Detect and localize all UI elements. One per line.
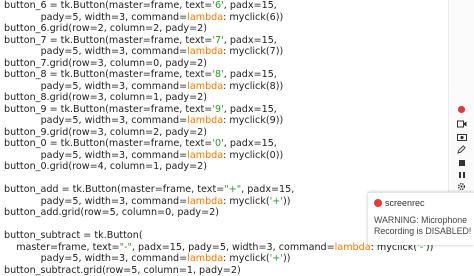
code-token: : myclick(8)) xyxy=(223,81,283,92)
keyword-token: lambda xyxy=(187,196,223,207)
code-token: button_7 = tk.Button(master=frame, text= xyxy=(4,35,212,46)
code-token: button_9.grid(row=3, column=2, pady=2) xyxy=(4,127,207,138)
string-token: '8' xyxy=(212,69,223,80)
screenrec-logo-icon[interactable] xyxy=(456,104,467,115)
code-line[interactable]: button_8.grid(row=3, column=1, pady=2) xyxy=(4,92,433,104)
code-line[interactable]: button_9 = tk.Button(master=frame, text=… xyxy=(4,104,433,116)
code-token: , padx=15, xyxy=(224,138,277,149)
screenrec-logo-icon xyxy=(374,199,382,207)
code-token: , padx=15, xyxy=(224,35,277,46)
code-token: pady=5, width=3, command= xyxy=(4,253,187,264)
keyword-token: lambda xyxy=(187,115,223,126)
code-token: button_0.grid(row=4, column=1, pady=2) xyxy=(4,161,207,172)
code-line[interactable]: pady=5, width=3, command=lambda: myclick… xyxy=(4,115,433,127)
keyword-token: lambda xyxy=(187,12,223,23)
code-token: , padx=15, xyxy=(241,184,294,195)
pencil-icon[interactable] xyxy=(456,144,467,155)
code-token: : myclick(0)) xyxy=(223,150,283,161)
code-token: button_8 = tk.Button(master=frame, text= xyxy=(4,69,212,80)
stop-icon[interactable] xyxy=(456,157,467,168)
code-token: : myclick(7)) xyxy=(223,46,283,57)
string-token: "-" xyxy=(120,242,132,253)
toast-brand: screenrec xyxy=(385,198,425,208)
code-line[interactable]: button_0.grid(row=4, column=1, pady=2) xyxy=(4,161,433,173)
code-token: pady=5, width=3, command= xyxy=(4,81,187,92)
code-token: , padx=15, pady=5, width=3, command= xyxy=(132,242,335,253)
code-token: )) xyxy=(283,196,291,207)
string-token: '7' xyxy=(212,35,223,46)
code-line[interactable]: button_9.grid(row=3, column=2, pady=2) xyxy=(4,127,433,139)
code-line[interactable]: button_7.grid(row=3, column=0, pady=2) xyxy=(4,58,433,70)
code-token: master=frame, text= xyxy=(4,242,120,253)
code-line[interactable]: pady=5, width=3, command=lambda: myclick… xyxy=(4,81,433,93)
code-token: button_8.grid(row=3, column=1, pady=2) xyxy=(4,92,207,103)
code-line[interactable]: pady=5, width=3, command=lambda: myclick… xyxy=(4,150,433,162)
code-token: : myclick( xyxy=(223,253,269,264)
gear-icon[interactable] xyxy=(456,181,467,192)
code-token: , padx=15, xyxy=(224,0,277,11)
code-line[interactable]: button_subtract.grid(row=5, column=1, pa… xyxy=(4,265,433,276)
keyword-token: lambda xyxy=(335,242,371,253)
pause-icon[interactable] xyxy=(456,169,467,180)
string-token: "+" xyxy=(224,184,241,195)
code-token: : myclick( xyxy=(223,196,269,207)
code-token: )) xyxy=(283,253,291,264)
video-icon[interactable] xyxy=(456,118,467,129)
screenrec-warning-toast[interactable]: screenrec WARNING: Microphone Recording … xyxy=(368,192,474,245)
toast-header: screenrec xyxy=(374,197,425,209)
code-token: button_subtract.grid(row=5, column=1, pa… xyxy=(4,265,241,276)
code-token: pady=5, width=3, command= xyxy=(4,12,187,23)
code-line[interactable]: pady=5, width=3, command=lambda: myclick… xyxy=(4,12,433,24)
code-token: button_subtract = tk.Button( xyxy=(4,230,143,241)
code-token: button_add.grid(row=5, column=0, pady=2) xyxy=(4,207,219,218)
code-token: button_6.grid(row=2, column=2, pady=2) xyxy=(4,23,207,34)
keyword-token: lambda xyxy=(187,46,223,57)
code-line[interactable]: button_6 = tk.Button(master=frame, text=… xyxy=(4,0,433,12)
code-token: button_6 = tk.Button(master=frame, text= xyxy=(4,0,212,11)
code-line[interactable]: pady=5, width=3, command=lambda: myclick… xyxy=(4,253,433,265)
code-line[interactable] xyxy=(4,173,433,185)
string-token: '6' xyxy=(212,0,223,11)
code-token: , padx=15, xyxy=(224,69,277,80)
code-line[interactable]: button_6.grid(row=2, column=2, pady=2) xyxy=(4,23,433,35)
code-line[interactable]: button_0 = tk.Button(master=frame, text=… xyxy=(4,138,433,150)
code-token: pady=5, width=3, command= xyxy=(4,115,187,126)
code-line[interactable]: button_7 = tk.Button(master=frame, text=… xyxy=(4,35,433,47)
code-token: pady=5, width=3, command= xyxy=(4,150,187,161)
toast-message: WARNING: Microphone Recording is DISABLE… xyxy=(374,215,472,237)
code-line[interactable]: button_8 = tk.Button(master=frame, text=… xyxy=(4,69,433,81)
code-token: : myclick(6)) xyxy=(223,12,283,23)
code-token: pady=5, width=3, command= xyxy=(4,196,187,207)
keyword-token: lambda xyxy=(187,81,223,92)
keyword-token: lambda xyxy=(187,253,223,264)
string-token: '9' xyxy=(212,104,223,115)
code-token: pady=5, width=3, command= xyxy=(4,46,187,57)
string-token: '+' xyxy=(270,253,283,264)
keyword-token: lambda xyxy=(187,150,223,161)
code-token: : myclick(9)) xyxy=(223,115,283,126)
code-token: button_9 = tk.Button(master=frame, text= xyxy=(4,104,212,115)
code-line[interactable]: pady=5, width=3, command=lambda: myclick… xyxy=(4,46,433,58)
string-token: '+' xyxy=(270,196,283,207)
string-token: '0' xyxy=(212,138,223,149)
code-token: , padx=15, xyxy=(224,104,277,115)
camera-icon[interactable] xyxy=(456,131,467,142)
code-token: button_add = tk.Button(master=frame, tex… xyxy=(4,184,224,195)
code-token: button_0 = tk.Button(master=frame, text= xyxy=(4,138,212,149)
code-token: button_7.grid(row=3, column=0, pady=2) xyxy=(4,58,207,69)
